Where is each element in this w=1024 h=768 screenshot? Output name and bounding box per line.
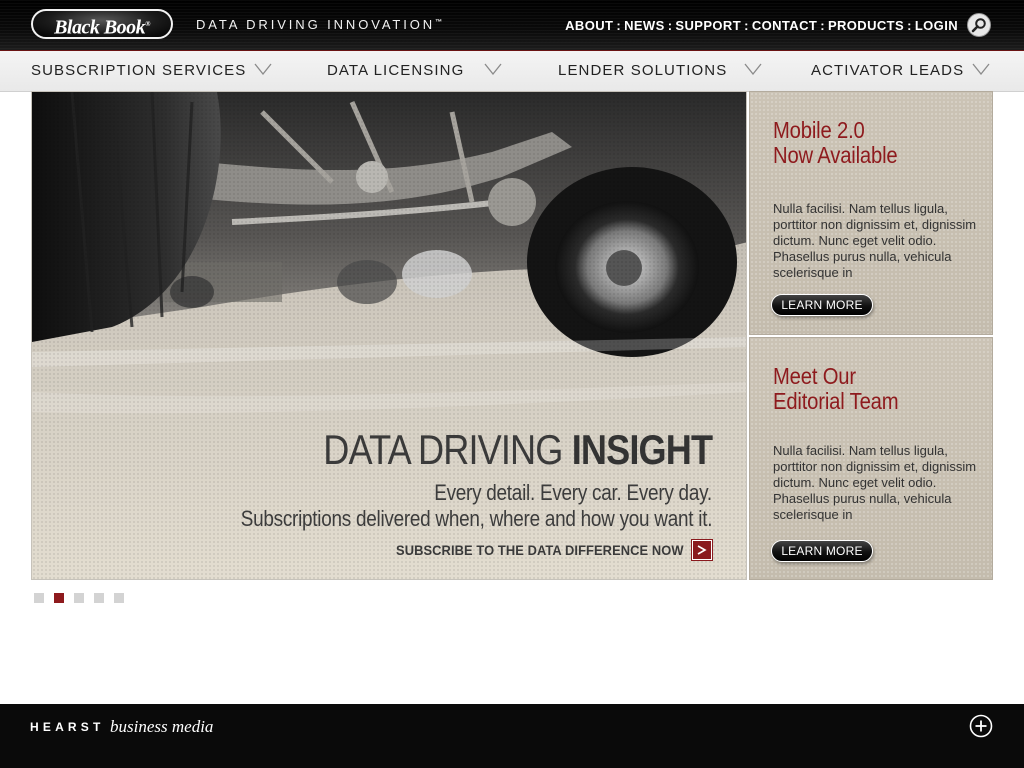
subscribe-cta-button[interactable] <box>691 539 713 561</box>
hero-subline-1: Every detail. Every car. Every day. <box>434 480 712 505</box>
business-media-wordmark: business media <box>110 717 214 736</box>
site-footer: HEARST business media <box>0 704 1024 768</box>
promo-title-line-1: Meet Our <box>773 363 856 389</box>
nav-item-label: LENDER SOLUTIONS <box>558 62 728 79</box>
chevron-down-icon <box>744 63 762 75</box>
promo-title: Mobile 2.0 Now Available <box>773 117 898 168</box>
trademark-mark: ™ <box>435 19 443 26</box>
hero-headline-bold: INSIGHT <box>571 426 713 473</box>
chevron-down-icon <box>484 63 502 75</box>
promo-mobile: Mobile 2.0 Now Available Nulla facilisi.… <box>749 91 993 335</box>
hero-headline: DATA DRIVING INSIGHT <box>323 426 713 474</box>
nav-item-subscription-services[interactable]: SUBSCRIPTION SERVICES <box>31 62 272 79</box>
link-separator: : <box>907 18 912 33</box>
main-nav: SUBSCRIPTION SERVICES DATA LICENSING LEN… <box>0 51 1024 92</box>
logo-registered-mark: ® <box>145 20 150 28</box>
promo-title-line-2: Now Available <box>773 142 898 168</box>
chevron-down-icon <box>254 63 272 75</box>
nav-item-label: SUBSCRIPTION SERVICES <box>31 62 247 79</box>
link-contact[interactable]: CONTACT <box>752 18 817 33</box>
pager-dot-1[interactable] <box>34 593 44 603</box>
site-tagline: DATA DRIVING INNOVATION™ <box>196 17 442 32</box>
utility-nav: ABOUT: NEWS: SUPPORT: CONTACT: PRODUCTS: LOGI… <box>565 18 958 33</box>
nav-item-lender-solutions[interactable]: LENDER SOLUTIONS <box>558 62 762 79</box>
pager-dot-2[interactable] <box>54 593 64 603</box>
pager-dot-4[interactable] <box>94 593 104 603</box>
link-separator: : <box>667 18 673 33</box>
hearst-business-media-logo[interactable]: HEARST business media <box>30 717 213 737</box>
nav-item-activator-leads[interactable]: ACTIVATOR LEADS <box>811 62 990 79</box>
nav-item-label: ACTIVATOR LEADS <box>811 62 965 79</box>
subscribe-cta[interactable]: SUBSCRIBE TO THE DATA DIFFERENCE NOW <box>371 539 713 562</box>
link-about[interactable]: ABOUT <box>565 18 613 33</box>
promo-editorial-team: Meet Our Editorial Team Nulla facilisi. … <box>749 337 993 580</box>
site-header: Black Book® DATA DRIVING INNOVATION™ ABO… <box>0 0 1024 51</box>
hero-subline-2: Subscriptions delivered when, where and … <box>240 506 713 531</box>
search-icon <box>971 18 986 33</box>
nav-item-data-licensing[interactable]: DATA LICENSING <box>327 62 502 79</box>
arrow-right-icon <box>697 545 707 555</box>
pager-dot-3[interactable] <box>74 593 84 603</box>
promo-body: Nulla facilisi. Nam tellus ligula, portt… <box>773 201 977 280</box>
link-separator: : <box>616 18 622 33</box>
link-login[interactable]: LOGIN <box>915 18 958 33</box>
hearst-wordmark: HEARST <box>30 720 105 734</box>
link-separator: : <box>820 18 825 33</box>
promo-title-line-2: Editorial Team <box>773 388 899 414</box>
chevron-down-icon <box>972 63 990 75</box>
promo-body: Nulla facilisi. Nam tellus ligula, portt… <box>773 443 977 522</box>
search-button[interactable] <box>967 13 991 37</box>
learn-more-button[interactable]: LEARN MORE <box>771 294 873 316</box>
link-news[interactable]: NEWS <box>624 18 665 33</box>
link-separator: : <box>744 18 749 33</box>
learn-more-button[interactable]: LEARN MORE <box>771 540 873 562</box>
nav-item-label: DATA LICENSING <box>327 62 465 79</box>
tagline-text: DATA DRIVING INNOVATION <box>196 17 436 32</box>
footer-expand-button[interactable] <box>969 714 993 738</box>
black-book-logo[interactable]: Black Book® <box>31 9 173 39</box>
plus-circle-icon <box>969 714 993 738</box>
promo-title: Meet Our Editorial Team <box>773 363 899 414</box>
pager-dot-5[interactable] <box>114 593 124 603</box>
promo-title-line-1: Mobile 2.0 <box>773 117 865 143</box>
link-support[interactable]: SUPPORT <box>675 18 741 33</box>
subscribe-cta-label[interactable]: SUBSCRIBE TO THE DATA DIFFERENCE NOW <box>396 542 684 558</box>
link-products[interactable]: PRODUCTS <box>828 18 904 33</box>
hero-headline-light: DATA DRIVING <box>323 426 572 473</box>
hero-banner[interactable]: DATA DRIVING INSIGHT Every detail. Every… <box>31 91 747 580</box>
logo-text: Black Book <box>54 16 146 39</box>
